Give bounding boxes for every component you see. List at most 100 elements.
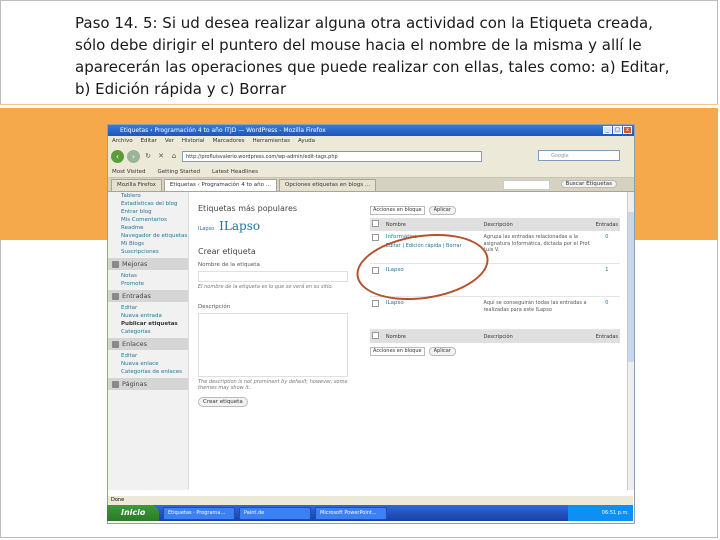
table-header: Nombre Descripción Entradas (370, 218, 620, 231)
apply-button-bottom[interactable]: Aplicar (428, 347, 456, 356)
maximize-icon[interactable]: □ (613, 126, 622, 134)
stop-icon[interactable]: ✕ (156, 151, 166, 161)
sidebar-head-entradas-label: Entradas (122, 292, 151, 300)
sidebar-item-promote[interactable]: Promote (108, 280, 188, 288)
sidebar-item-comentarios[interactable]: Mis Comentarios (108, 216, 188, 224)
taskbar-item-powerpoint[interactable]: Microsoft PowerPoint... (315, 506, 387, 520)
bulk-select-top[interactable]: Acciones en bloque (370, 206, 425, 215)
col-count-bottom[interactable]: Entradas (593, 329, 620, 343)
tag-name-label: Nombre de la etiqueta (198, 262, 260, 268)
forward-icon[interactable]: › (127, 149, 140, 163)
sidebar-head-paginas-label: Páginas (122, 380, 148, 388)
sidebar-head-entradas[interactable]: Entradas (108, 290, 188, 302)
screenshot-window: Etiquetas ‹ Programación 4 to año ITJD —… (107, 124, 635, 524)
col-count[interactable]: Entradas (593, 218, 620, 231)
sidebar-item-estadisticas[interactable]: Estadísticas del blog (108, 200, 188, 208)
bookmark-latest-headlines[interactable]: Latest Headlines (212, 169, 258, 175)
sidebar-item-nueva-entrada[interactable]: Nueva entrada (108, 312, 188, 320)
create-tag-button[interactable]: Crear etiqueta (198, 397, 248, 407)
tab-firefox[interactable]: Mozilla Firefox (111, 179, 162, 191)
taskbar-item-paint[interactable]: Paint.de (239, 506, 311, 520)
bookmark-getting-started[interactable]: Getting Started (157, 169, 200, 175)
sidebar-item-suscripciones[interactable]: Suscripciones (108, 248, 188, 256)
taskbar-item-firefox[interactable]: Etiquetas · Programa... (163, 506, 235, 520)
sidebar-head-paginas[interactable]: Páginas (108, 378, 188, 390)
page-scrollbar[interactable] (627, 192, 634, 490)
tag-cloud-big[interactable]: ILapso (219, 219, 260, 233)
tag-name-help: El nombre de la etiqueta es lo que se ve… (198, 284, 333, 290)
col-desc-bottom[interactable]: Descripción (481, 329, 594, 343)
tag-count[interactable]: 0 (593, 296, 620, 330)
col-name[interactable]: Nombre (383, 218, 482, 231)
bulk-actions-bottom: Acciones en bloque Aplicar (370, 347, 625, 356)
menu-ayuda[interactable]: Ayuda (298, 136, 315, 146)
tab-etiquetas[interactable]: Etiquetas ‹ Programación 4 to año ... (163, 179, 277, 191)
select-all-checkbox-bottom[interactable] (372, 332, 379, 339)
sidebar-item-entrar-blog[interactable]: Entrar blog (108, 208, 188, 216)
sidebar-item-tablero[interactable]: Tablero (108, 192, 188, 200)
select-all-checkbox[interactable] (372, 220, 379, 227)
admin-sidebar: Tablero Estadísticas del blog Entrar blo… (108, 192, 189, 490)
row-checkbox[interactable] (372, 300, 379, 307)
scrollbar-thumb[interactable] (628, 212, 634, 362)
tag-count[interactable]: 1 (593, 263, 620, 297)
paginas-icon (112, 380, 119, 388)
url-input[interactable]: http://profluisvalerio.wordpress.com/wp-… (182, 150, 482, 162)
enlaces-icon (112, 340, 119, 348)
bulk-actions-top: Acciones en bloque Aplicar (370, 206, 625, 215)
tag-description: Agrupa las entradas relacionadas a la as… (481, 231, 594, 264)
tab-opciones[interactable]: Opciones etiquetas en blogs ... (278, 179, 377, 191)
sidebar-head-mejoras[interactable]: Mejoras (108, 258, 188, 270)
tab-strip: Mozilla Firefox Etiquetas ‹ Programación… (108, 178, 634, 192)
sidebar-item-readme[interactable]: Readme (108, 224, 188, 232)
bulk-select-bottom[interactable]: Acciones en bloque (370, 347, 425, 356)
sidebar-item-enlaces-editar[interactable]: Editar (108, 352, 188, 360)
tag-desc-textarea[interactable] (198, 313, 348, 377)
minimize-icon[interactable]: _ (603, 126, 612, 134)
sidebar-head-enlaces-label: Enlaces (122, 340, 147, 348)
col-name-bottom[interactable]: Nombre (383, 329, 482, 343)
search-tags-button[interactable]: Buscar Etiquetas (560, 180, 617, 188)
sidebar-item-publicar-etiquetas[interactable]: Publicar etiquetas (108, 320, 188, 328)
sidebar-item-editar[interactable]: Editar (108, 304, 188, 312)
sidebar-head-mejoras-label: Mejoras (122, 260, 148, 268)
sidebar-item-mi-blogs[interactable]: Mi Blogs (108, 240, 188, 248)
menu-marcadores[interactable]: Marcadores (213, 136, 245, 146)
table-row: ILapso Aquí se conseguirán todas las ent… (370, 296, 620, 330)
reload-icon[interactable]: ↻ (143, 151, 153, 161)
tag-search-input[interactable] (503, 180, 550, 190)
sidebar-head-enlaces[interactable]: Enlaces (108, 338, 188, 350)
close-icon[interactable]: x (623, 126, 632, 134)
row-checkbox[interactable] (372, 234, 379, 241)
sidebar-item-navegador[interactable]: Navegador de etiquetas (108, 232, 188, 240)
apply-button-top[interactable]: Aplicar (428, 206, 456, 215)
tag-cloud-small[interactable]: ILapso (198, 226, 214, 232)
system-tray-clock: 06:51 p.m. (567, 505, 633, 521)
window-title: Etiquetas ‹ Programación 4 to año ITJD —… (120, 127, 326, 134)
start-button[interactable]: Inicio (107, 505, 159, 521)
sidebar-item-cat-enlaces[interactable]: Categorías de enlaces (108, 368, 188, 376)
col-desc[interactable]: Descripción (481, 218, 594, 231)
web-search-input[interactable]: Google (538, 150, 620, 161)
menu-historial[interactable]: Historial (182, 136, 205, 146)
menu-ver[interactable]: Ver (165, 136, 174, 146)
tag-name-link[interactable]: ILapso (386, 300, 480, 306)
navigation-bar: ‹ › ↻ ✕ ⌂ http://profluisvalerio.wordpre… (108, 146, 634, 166)
tag-description (481, 263, 594, 297)
sidebar-item-nueva-enlace[interactable]: Nueva enlace (108, 360, 188, 368)
home-icon[interactable]: ⌂ (169, 151, 179, 161)
menu-archivo[interactable]: Archivo (112, 136, 133, 146)
tag-name-input[interactable] (198, 271, 348, 282)
bookmark-most-visited[interactable]: Most Visited (112, 169, 145, 175)
menu-bar: Archivo Editar Ver Historial Marcadores … (108, 136, 634, 146)
tag-count[interactable]: 0 (593, 231, 620, 264)
sidebar-item-notas[interactable]: Notas (108, 272, 188, 280)
menu-editar[interactable]: Editar (141, 136, 157, 146)
tag-desc-label: Descripción (198, 304, 231, 310)
sidebar-item-categorias[interactable]: Categorías (108, 328, 188, 336)
tag-desc-help: The description is not prominent by defa… (198, 379, 348, 391)
menu-herramientas[interactable]: Herramientas (253, 136, 290, 146)
windows-taskbar: Inicio Etiquetas · Programa... Paint.de … (107, 505, 633, 521)
tag-cloud: ILapso ILapso (198, 219, 358, 233)
back-icon[interactable]: ‹ (111, 149, 124, 163)
